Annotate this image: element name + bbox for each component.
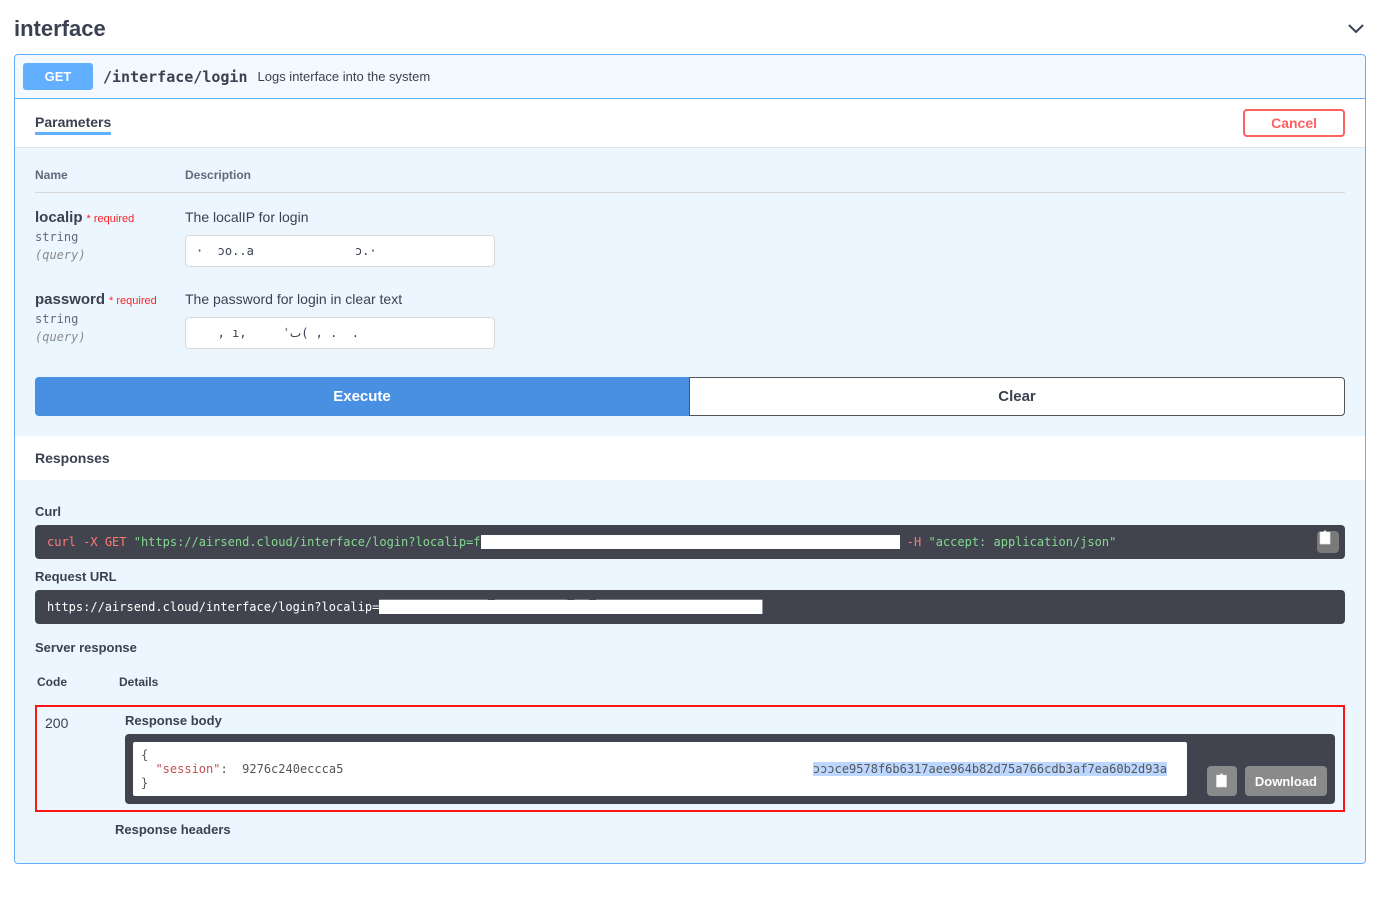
response-columns: Code Details xyxy=(35,661,200,699)
curl-cmd: curl xyxy=(47,535,76,549)
request-url-mask: ███████████████ ██████████ ██ ██████████… xyxy=(379,600,762,614)
curl-h-flag: -H xyxy=(907,535,921,549)
parameters-table: Name Description localip* required strin… xyxy=(35,168,1345,357)
request-url-label: Request URL xyxy=(35,559,1345,590)
copy-curl-button[interactable] xyxy=(1317,531,1339,553)
operation-summary-text: Logs interface into the system xyxy=(258,69,431,84)
param-name: password xyxy=(35,291,105,308)
execute-button[interactable]: Execute xyxy=(35,377,689,416)
param-type: string xyxy=(35,308,185,326)
operation-path: /interface/login xyxy=(93,68,258,86)
table-row: localip* required string (query) The loc… xyxy=(35,193,1345,276)
details-column-header: Details xyxy=(119,663,198,697)
param-type: string xyxy=(35,226,185,244)
curl-url-prefix: "https://airsend.cloud/interface/login?l… xyxy=(134,535,481,549)
request-url-block: https://airsend.cloud/interface/login?lo… xyxy=(35,590,1345,624)
http-method-badge: GET xyxy=(23,63,93,90)
param-in: (query) xyxy=(35,244,185,262)
cancel-button[interactable]: Cancel xyxy=(1243,109,1345,137)
operation-title[interactable]: interface xyxy=(14,16,106,42)
operation-summary[interactable]: GET /interface/login Logs interface into… xyxy=(15,55,1365,99)
response-body-json[interactable]: { "session": 9276c240eccca5 --- ··· ..· … xyxy=(133,742,1187,796)
code-column-header: Code xyxy=(37,663,117,697)
response-body-block: { "session": 9276c240eccca5 --- ··· ..· … xyxy=(125,734,1335,804)
action-buttons: Execute Clear xyxy=(35,357,1345,416)
response-body-label: Response body xyxy=(125,713,1335,734)
required-badge: * required xyxy=(83,213,135,225)
param-name: localip xyxy=(35,209,83,226)
parameters-body: Name Description localip* required strin… xyxy=(15,148,1365,436)
password-input[interactable] xyxy=(185,317,495,349)
parameters-header: Parameters Cancel xyxy=(15,99,1365,148)
table-row: password* required string (query) The pa… xyxy=(35,275,1345,357)
col-description-header: Description xyxy=(185,168,1345,193)
parameters-tab[interactable]: Parameters xyxy=(35,112,111,135)
operation-header: interface xyxy=(14,10,1366,54)
required-badge: * required xyxy=(105,295,157,307)
param-in: (query) xyxy=(35,326,185,344)
response-code: 200 xyxy=(45,713,125,804)
responses-body: Curl curl -X GET "https://airsend.cloud/… xyxy=(15,480,1365,863)
localip-input[interactable] xyxy=(185,235,495,267)
clear-button[interactable]: Clear xyxy=(689,377,1345,416)
col-name-header: Name xyxy=(35,168,185,193)
request-url-text: https://airsend.cloud/interface/login?lo… xyxy=(47,600,379,614)
chevron-down-icon[interactable] xyxy=(1346,19,1366,39)
download-button[interactable]: Download xyxy=(1245,766,1327,796)
operation-panel: GET /interface/login Logs interface into… xyxy=(14,54,1366,864)
param-description: The localIP for login xyxy=(185,209,1345,235)
curl-label: Curl xyxy=(35,494,1345,525)
copy-response-button[interactable] xyxy=(1207,766,1237,796)
response-highlight-box: 200 Response body { "session": 9276c240e… xyxy=(35,705,1345,812)
curl-url-mask: rXx...rXoxX..XoxX.x.nJx.no..soxnxo....sx… xyxy=(481,535,900,549)
curl-block: curl -X GET "https://airsend.cloud/inter… xyxy=(35,525,1345,559)
curl-flag: -X GET xyxy=(83,535,126,549)
server-response-label: Server response xyxy=(35,624,1345,661)
curl-accept: "accept: application/json" xyxy=(928,535,1116,549)
response-headers-label: Response headers xyxy=(35,812,1345,843)
responses-header: Responses xyxy=(15,436,1365,480)
param-description: The password for login in clear text xyxy=(185,291,1345,317)
